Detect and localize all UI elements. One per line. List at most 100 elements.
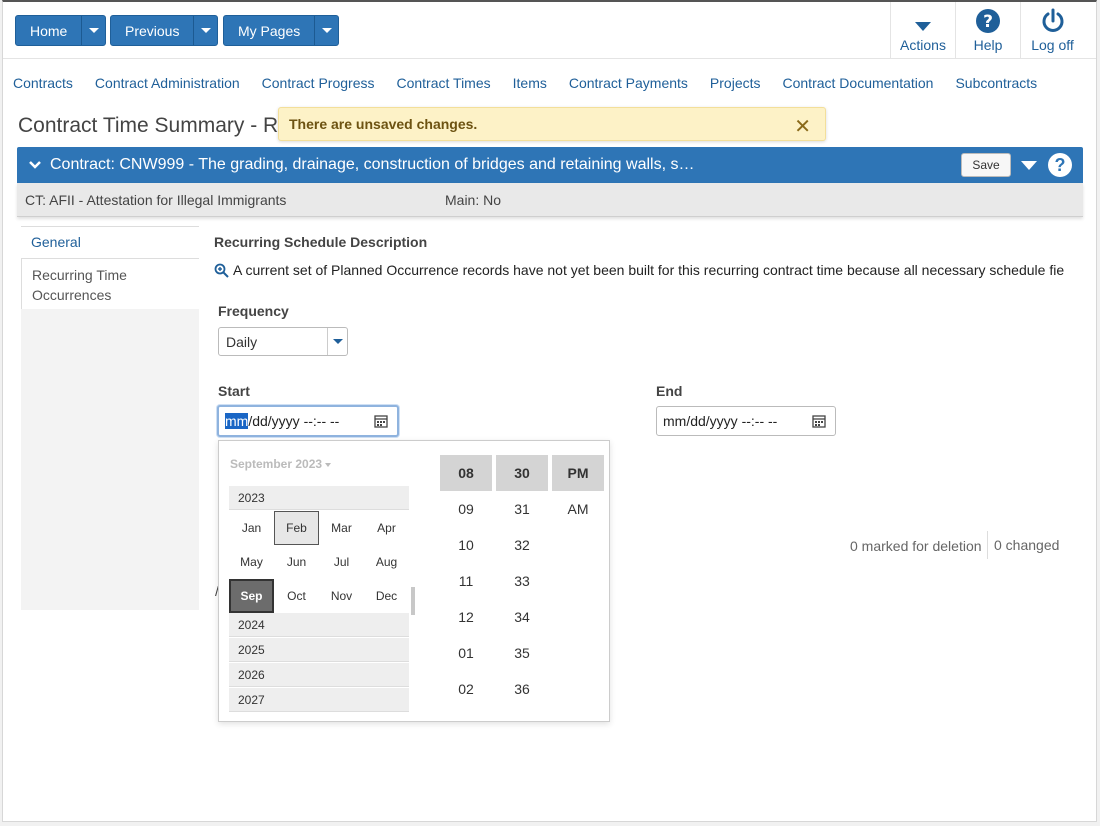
minute-option[interactable]: 32 <box>496 527 548 563</box>
month-grid: Jan Feb Mar Apr May Jun Jul Aug Sep Oct … <box>229 511 409 613</box>
info-text: A current set of Planned Occurrence reco… <box>233 262 1065 278</box>
home-dropdown[interactable] <box>81 16 105 45</box>
section-title: Recurring Schedule Description <box>214 234 428 250</box>
month-year-header[interactable]: September 2023 <box>230 457 332 471</box>
minute-option[interactable]: 31 <box>496 491 548 527</box>
month-may[interactable]: May <box>229 545 274 579</box>
month-jul[interactable]: Jul <box>319 545 364 579</box>
caret-down-icon <box>915 22 931 31</box>
menu-item-contract-payments[interactable]: Contract Payments <box>569 75 688 91</box>
page-title: Contract Time Summary - R <box>18 114 279 137</box>
caret-down-icon[interactable] <box>1021 161 1037 170</box>
start-datetime-input[interactable]: mm/dd/yyyy --:-- -- <box>217 405 399 437</box>
calendar-icon[interactable] <box>374 414 388 428</box>
hour-option[interactable]: 01 <box>440 635 492 671</box>
menu-item-contract-progress[interactable]: Contract Progress <box>262 75 375 91</box>
minute-option[interactable]: 33 <box>496 563 548 599</box>
contract-subheader: CT: AFII - Attestation for Illegal Immig… <box>17 183 1083 217</box>
month-mar[interactable]: Mar <box>319 511 364 545</box>
start-label: Start <box>218 383 250 399</box>
chevron-down-icon[interactable] <box>28 160 42 170</box>
menu-item-items[interactable]: Items <box>513 75 547 91</box>
tab-recurring-time-occurrences[interactable]: Recurring Time Occurrences <box>21 258 199 310</box>
menu-item-contracts[interactable]: Contracts <box>13 75 73 91</box>
end-value: mm/dd/yyyy --:-- -- <box>663 413 778 429</box>
app-frame: Home Previous My Pages Actions ? Help Lo… <box>2 0 1097 822</box>
zoom-in-icon[interactable] <box>214 263 229 278</box>
datetime-picker: September 2023 2023 Jan Feb Mar Apr May … <box>218 440 610 722</box>
minute-column: 30 31 32 33 34 35 36 <box>496 455 548 707</box>
month-feb[interactable]: Feb <box>274 511 319 545</box>
power-icon <box>1042 8 1063 32</box>
logoff-button[interactable]: Log off <box>1020 2 1084 59</box>
hour-option[interactable]: 11 <box>440 563 492 599</box>
home-label: Home <box>30 22 68 39</box>
end-datetime-input[interactable]: mm/dd/yyyy --:-- -- <box>656 406 836 436</box>
ampm-option[interactable]: AM <box>552 491 604 527</box>
month-year-text: September 2023 <box>230 457 323 471</box>
month-dec[interactable]: Dec <box>364 579 409 613</box>
menu-item-contract-documentation[interactable]: Contract Documentation <box>783 75 934 91</box>
my-pages-button[interactable]: My Pages <box>223 15 340 46</box>
save-button[interactable]: Save <box>961 153 1011 177</box>
chevron-down-icon <box>321 28 332 33</box>
top-bar: Home Previous My Pages Actions ? Help Lo… <box>3 2 1096 59</box>
contract-header[interactable]: Contract: CNW999 - The grading, drainage… <box>17 147 1083 183</box>
end-label: End <box>656 383 683 399</box>
frequency-value: Daily <box>226 333 258 350</box>
month-oct[interactable]: Oct <box>274 579 319 613</box>
minute-option[interactable]: 36 <box>496 671 548 707</box>
tab-general[interactable]: General <box>21 226 199 258</box>
caret-down-icon <box>325 462 332 467</box>
year-row-2027[interactable]: 2027 <box>229 688 409 712</box>
hour-option[interactable]: 10 <box>440 527 492 563</box>
actions-button[interactable]: Actions <box>890 2 955 59</box>
month-list-scrollbar[interactable] <box>411 587 415 615</box>
close-icon[interactable]: ✕ <box>794 114 811 139</box>
calendar-icon[interactable] <box>812 414 826 428</box>
year-row-2025[interactable]: 2025 <box>229 638 409 662</box>
month-aug[interactable]: Aug <box>364 545 409 579</box>
chevron-down-icon[interactable] <box>327 328 347 355</box>
hour-option[interactable]: 12 <box>440 599 492 635</box>
unsaved-changes-toast: There are unsaved changes. ✕ <box>278 107 826 141</box>
menu-item-contract-administration[interactable]: Contract Administration <box>95 75 240 91</box>
hour-option[interactable]: 02 <box>440 671 492 707</box>
svg-text:?: ? <box>983 12 993 32</box>
menu-item-contract-times[interactable]: Contract Times <box>396 75 490 91</box>
home-button[interactable]: Home <box>15 15 107 46</box>
my-pages-dropdown[interactable] <box>314 16 338 45</box>
side-tabs: General Recurring Time Occurrences <box>21 226 199 310</box>
start-month-segment[interactable]: mm <box>225 413 249 429</box>
month-nov[interactable]: Nov <box>319 579 364 613</box>
year-row-2023[interactable]: 2023 <box>229 486 409 510</box>
hour-option[interactable]: 08 <box>440 455 492 491</box>
menu-item-projects[interactable]: Projects <box>710 75 761 91</box>
month-jan[interactable]: Jan <box>229 511 274 545</box>
menu-item-subcontracts[interactable]: Subcontracts <box>955 75 1037 91</box>
changed-count: 0 changed <box>987 531 1059 559</box>
month-apr[interactable]: Apr <box>364 511 409 545</box>
previous-dropdown[interactable] <box>193 16 217 45</box>
minute-option[interactable]: 35 <box>496 635 548 671</box>
month-jun[interactable]: Jun <box>274 545 319 579</box>
hour-option[interactable]: 09 <box>440 491 492 527</box>
year-row-2026[interactable]: 2026 <box>229 663 409 687</box>
month-sep[interactable]: Sep <box>229 579 274 613</box>
frequency-label: Frequency <box>218 303 289 319</box>
previous-button[interactable]: Previous <box>110 15 219 46</box>
help-icon[interactable]: ? <box>1048 153 1072 177</box>
main-menu: Contracts Contract Administration Contra… <box>13 75 1059 91</box>
marked-for-deletion-count: 0 marked for deletion <box>850 538 982 554</box>
contract-title: Contract: CNW999 - The grading, drainage… <box>50 156 695 173</box>
help-button[interactable]: ? Help <box>955 2 1020 59</box>
frequency-select[interactable]: Daily <box>218 327 348 356</box>
toast-message: There are unsaved changes. <box>289 116 478 132</box>
minute-option[interactable]: 30 <box>496 455 548 491</box>
side-panel-background <box>21 309 199 610</box>
help-icon: ? <box>976 9 1000 33</box>
chevron-down-icon <box>200 28 211 33</box>
year-row-2024[interactable]: 2024 <box>229 613 409 637</box>
ampm-option[interactable]: PM <box>552 455 604 491</box>
minute-option[interactable]: 34 <box>496 599 548 635</box>
